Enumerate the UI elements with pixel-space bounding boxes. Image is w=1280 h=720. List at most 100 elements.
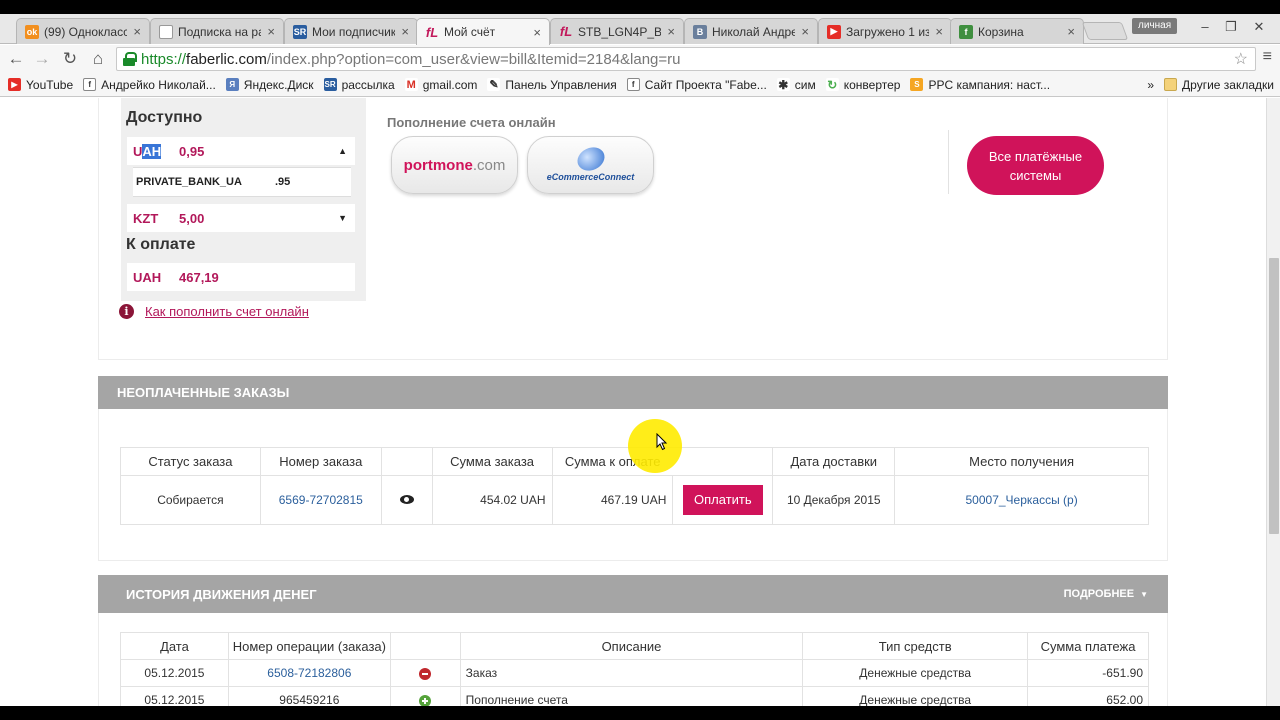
bookmark-project-site[interactable]: f Сайт Проекта "Fabe... bbox=[626, 77, 767, 92]
currency-row-uah[interactable]: UAH 0,95 ▲ bbox=[127, 137, 355, 165]
chevron-down-icon[interactable]: ▼ bbox=[338, 213, 347, 223]
sr-icon: SR bbox=[323, 78, 337, 91]
bookmark-andreyko[interactable]: f Андрейко Николай... bbox=[83, 78, 216, 92]
balance-panel: Доступно UAH 0,95 ▲ PRIVATE_BANK_UA .95 … bbox=[121, 98, 366, 301]
bookmark-label: gmail.com bbox=[422, 77, 478, 92]
column-header: Тип средств bbox=[802, 632, 1029, 660]
pickup-place-link[interactable]: 50007_Черкассы (р) bbox=[966, 493, 1078, 507]
bookmarks-bar: ▶ YouTube f Андрейко Николай... Я Яндекс.Ди… bbox=[0, 73, 1280, 97]
history-description: Заказ bbox=[459, 659, 804, 687]
maximize-icon[interactable]: ❐ bbox=[1218, 16, 1244, 38]
close-icon[interactable]: × bbox=[667, 24, 675, 39]
bookmark-rassylka[interactable]: SR рассылка bbox=[323, 78, 395, 92]
unpaid-orders-header: НЕОПЛАЧЕННЫЕ ЗАКАЗЫ bbox=[98, 376, 1168, 409]
url-path: /index.php?option=com_user&view=bill&Ite… bbox=[266, 50, 681, 68]
bookmark-youtube[interactable]: ▶ YouTube bbox=[8, 78, 73, 92]
tab-subscribers[interactable]: SR Мои подписчик × bbox=[284, 18, 418, 44]
odnoklassniki-icon: ok bbox=[25, 24, 39, 39]
scrollbar-thumb[interactable] bbox=[1269, 258, 1279, 534]
currency-row-kzt[interactable]: KZT 5,00 ▼ bbox=[127, 204, 355, 232]
more-link[interactable]: ПОДРОБНЕЕ ▼ bbox=[1064, 588, 1148, 600]
url-host: faberlic.com bbox=[186, 50, 267, 68]
chevron-up-icon[interactable]: ▲ bbox=[338, 146, 347, 156]
minimize-icon[interactable]: – bbox=[1192, 16, 1218, 38]
bookmark-control-panel[interactable]: ✎ Панель Управления bbox=[487, 77, 617, 92]
plus-icon bbox=[419, 694, 432, 706]
bookmark-yandex-disk[interactable]: Я Яндекс.Диск bbox=[225, 78, 314, 92]
bookmark-gmail[interactable]: Mgmail.com bbox=[404, 77, 478, 92]
faberlic-icon: fL bbox=[425, 24, 439, 40]
reload-icon[interactable]: ↻ bbox=[58, 48, 82, 70]
table-row: Собирается 6569-72702815 454.02 UAH 467.… bbox=[120, 475, 1149, 525]
column-header bbox=[672, 447, 774, 476]
close-icon[interactable]: × bbox=[133, 24, 141, 39]
bookmark-label: YouTube bbox=[26, 77, 74, 92]
new-tab-button[interactable] bbox=[1081, 22, 1129, 40]
available-title: Доступно bbox=[126, 109, 203, 126]
tab-youtube-upload[interactable]: ▶ Загружено 1 из × bbox=[818, 18, 952, 44]
bookmark-label: Панель Управления bbox=[505, 77, 617, 92]
column-header: Дата доставки bbox=[772, 447, 896, 476]
column-header: Дата bbox=[120, 632, 229, 660]
chevron-down-icon: ▼ bbox=[1140, 589, 1148, 599]
close-window-icon[interactable]: ✕ bbox=[1246, 16, 1272, 38]
bookmark-label: Сайт Проекта "Fabe... bbox=[644, 77, 767, 92]
bookmark-sim[interactable]: ✱ сим bbox=[776, 78, 816, 92]
tab-title: (99) Одноклассн bbox=[44, 24, 128, 39]
tab-nikolay[interactable]: B Николай Андре × bbox=[684, 18, 818, 44]
topup-title: Пополнение счета онлайн bbox=[387, 115, 556, 130]
profile-badge[interactable]: личная bbox=[1132, 18, 1178, 34]
bookmark-star-icon[interactable]: ☆ bbox=[1234, 49, 1248, 69]
tab-my-account[interactable]: fL Мой счёт × bbox=[416, 18, 550, 45]
other-bookmarks[interactable]: Другие закладки bbox=[1164, 78, 1274, 92]
close-icon[interactable]: × bbox=[801, 24, 809, 39]
column-header: Место получения bbox=[894, 447, 1149, 476]
tab-strip: ok (99) Одноклассн × Подписка на ра × SR… bbox=[0, 14, 1280, 45]
funds-type: Денежные средства bbox=[802, 686, 1029, 706]
browser-toolbar: ← → ↻ ⌂ https://faberlic.com/index.php?o… bbox=[0, 45, 1280, 73]
close-icon[interactable]: × bbox=[267, 24, 275, 39]
browser-window: ok (99) Одноклассн × Подписка на ра × SR… bbox=[0, 14, 1280, 706]
history-description: Пополнение счета bbox=[459, 686, 804, 706]
column-header bbox=[380, 447, 433, 476]
menu-icon[interactable]: ≡ bbox=[1263, 48, 1272, 66]
bookmarks-overflow[interactable]: » bbox=[1147, 78, 1154, 92]
tab-subscription[interactable]: Подписка на ра × bbox=[150, 18, 284, 44]
close-icon[interactable]: × bbox=[533, 25, 541, 40]
close-icon[interactable]: × bbox=[401, 24, 409, 39]
history-date: 05.12.2015 bbox=[120, 686, 229, 706]
back-icon[interactable]: ← bbox=[4, 48, 28, 70]
table-header-row: Дата Номер операции (заказа) Описание Ти… bbox=[120, 632, 1149, 660]
faberlic-icon: fL bbox=[559, 24, 573, 39]
history-date: 05.12.2015 bbox=[120, 659, 229, 687]
currency-code: KZT bbox=[133, 210, 159, 226]
tab-stb[interactable]: fL STB_LGN4P_Balt × bbox=[550, 18, 684, 44]
bookmark-converter[interactable]: ↻ конвертер bbox=[825, 78, 900, 92]
page-scrollbar[interactable] bbox=[1266, 98, 1280, 706]
tab-odnoklassniki[interactable]: ok (99) Одноклассн × bbox=[16, 18, 150, 44]
bookmark-ppc[interactable]: S PPC кампания: наст... bbox=[910, 78, 1050, 92]
forward-icon[interactable]: → bbox=[30, 48, 54, 70]
close-icon[interactable]: × bbox=[935, 24, 943, 39]
tab-cart[interactable]: f Корзина × bbox=[950, 18, 1084, 44]
history-table: Дата Номер операции (заказа) Описание Ти… bbox=[120, 632, 1149, 706]
portmone-button[interactable]: portmone .com bbox=[391, 136, 518, 194]
to-pay-row: UAH 467,19 bbox=[127, 263, 355, 291]
page-icon: f bbox=[83, 78, 97, 91]
home-icon[interactable]: ⌂ bbox=[86, 48, 110, 70]
close-icon[interactable]: × bbox=[1067, 24, 1075, 39]
cursor-highlight bbox=[628, 419, 682, 473]
operation-link[interactable]: 6508-72182806 bbox=[267, 666, 351, 680]
pay-button[interactable]: Оплатить bbox=[682, 485, 763, 515]
ecommerce-connect-button[interactable]: eCommerceConnect bbox=[527, 136, 654, 194]
tab-title: STB_LGN4P_Balt bbox=[578, 24, 662, 39]
address-bar[interactable]: https://faberlic.com/index.php?option=co… bbox=[116, 47, 1256, 71]
topup-help-link[interactable]: Как пополнить счет онлайн bbox=[145, 304, 309, 319]
eye-icon[interactable] bbox=[399, 495, 414, 504]
order-sum: 454.02 UAH bbox=[431, 475, 553, 525]
page-icon: f bbox=[626, 78, 640, 91]
all-payment-systems-button[interactable]: Все платёжные системы bbox=[967, 136, 1104, 195]
minus-icon bbox=[419, 667, 432, 680]
order-number-link[interactable]: 6569-72702815 bbox=[279, 493, 363, 507]
page-content: Доступно UAH 0,95 ▲ PRIVATE_BANK_UA .95 … bbox=[0, 98, 1266, 706]
